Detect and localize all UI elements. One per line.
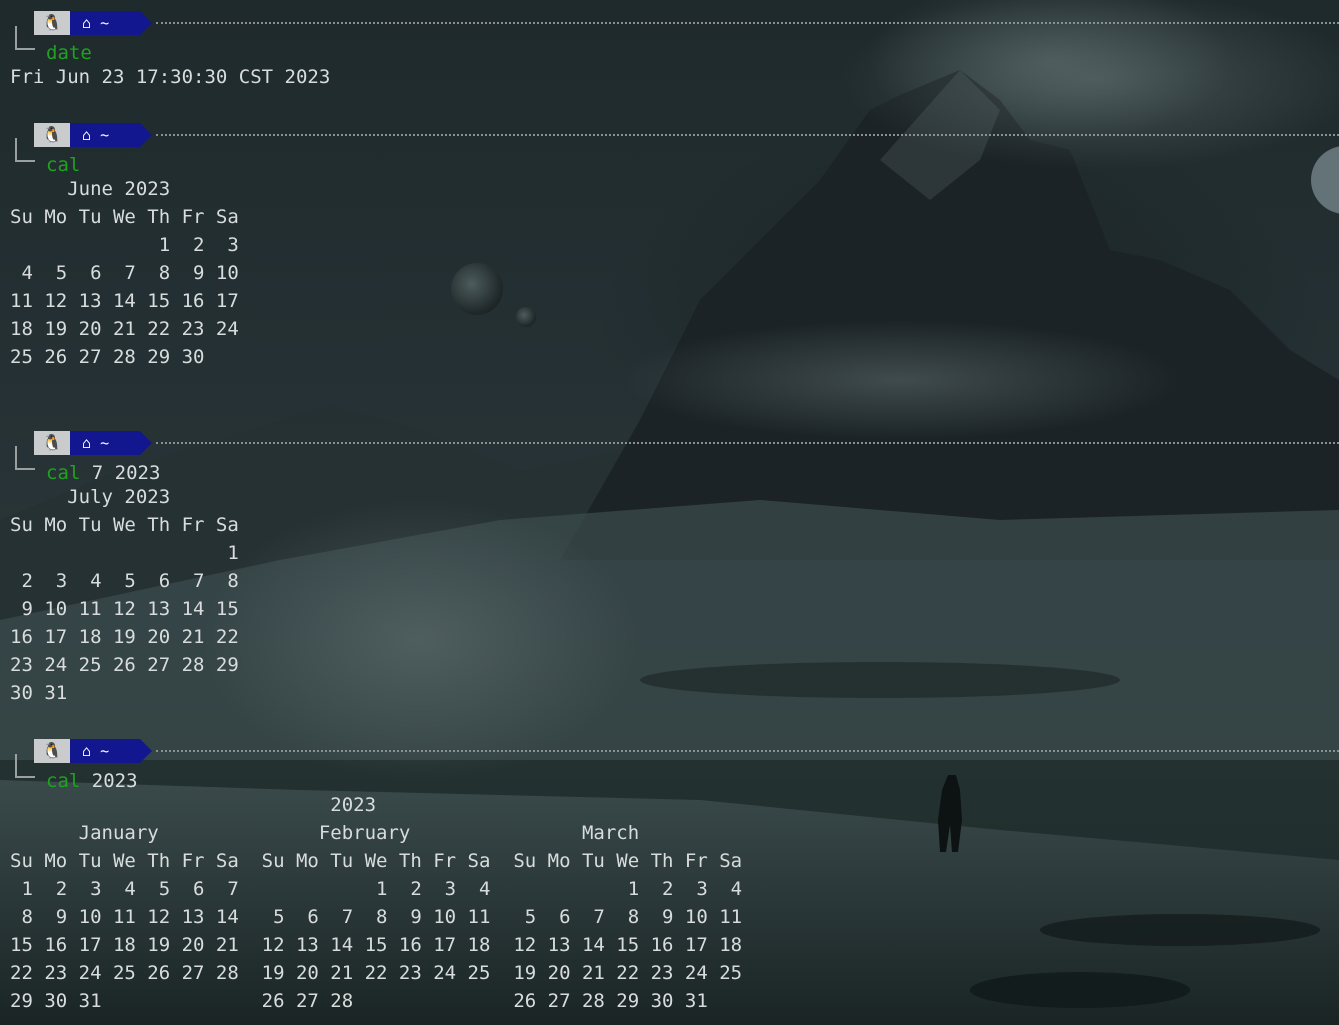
prompt-divider: [156, 442, 1339, 444]
command-name: date: [46, 42, 92, 64]
home-icon: ⌂: [82, 14, 92, 32]
tux-penguin-icon: 🐧: [34, 739, 82, 763]
prompt-corner: [15, 138, 35, 162]
command-name: cal: [46, 154, 81, 176]
calendar-year-2023: 2023 January February March Su Mo Tu We …: [10, 794, 743, 1012]
directory-segment: ⌂ ~: [70, 11, 152, 35]
home-icon: ⌂: [82, 126, 92, 144]
directory-label: ~: [100, 434, 110, 452]
directory-label: ~: [100, 14, 110, 32]
prompt-line: 🐧 ⌂ ~: [0, 734, 1339, 778]
prompt-line: 🐧 ⌂ ~: [0, 118, 1339, 162]
directory-segment: ⌂ ~: [70, 431, 152, 455]
command-output: Fri Jun 23 17:30:30 CST 2023: [10, 66, 331, 88]
calendar-july-2023: July 2023 Su Mo Tu We Th Fr Sa 1 2 3 4 5…: [10, 486, 239, 704]
tux-penguin-icon: 🐧: [34, 123, 82, 147]
command-args: 2023: [80, 770, 138, 792]
prompt-divider: [156, 750, 1339, 752]
prompt-line: 🐧 ⌂ ~: [0, 426, 1339, 470]
command-name: cal: [46, 770, 81, 792]
prompt-corner: [15, 446, 35, 470]
command-name: cal: [46, 462, 81, 484]
directory-label: ~: [100, 126, 110, 144]
terminal-window[interactable]: 🐧 ⌂ ~ date Fri Jun 23 17:30:30 CST 2023 …: [0, 0, 1339, 1025]
home-icon: ⌂: [82, 742, 92, 760]
calendar-june-2023: June 2023 Su Mo Tu We Th Fr Sa 1 2 3 4 5…: [10, 178, 239, 368]
prompt-corner: [15, 26, 35, 50]
prompt-line: 🐧 ⌂ ~: [0, 6, 1339, 50]
prompt-divider: [156, 134, 1339, 136]
directory-label: ~: [100, 742, 110, 760]
tux-penguin-icon: 🐧: [34, 431, 82, 455]
directory-segment: ⌂ ~: [70, 123, 152, 147]
home-icon: ⌂: [82, 434, 92, 452]
prompt-corner: [15, 754, 35, 778]
command-args: 7 2023: [80, 462, 161, 484]
tux-penguin-icon: 🐧: [34, 11, 82, 35]
directory-segment: ⌂ ~: [70, 739, 152, 763]
prompt-divider: [156, 22, 1339, 24]
